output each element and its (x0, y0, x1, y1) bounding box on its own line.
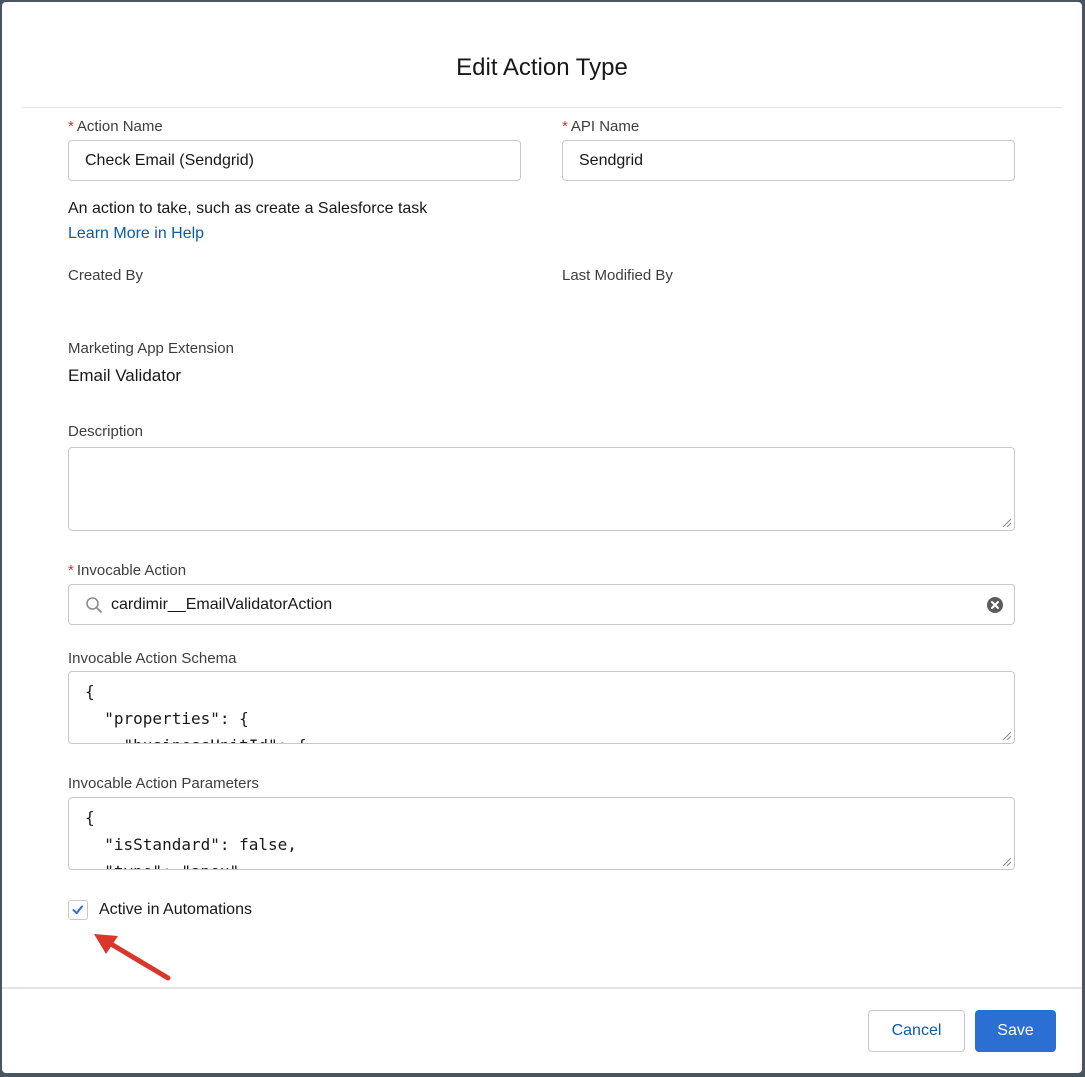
api-name-label-text: API Name (570, 118, 640, 135)
cancel-button[interactable]: Cancel (868, 1010, 965, 1052)
description-value (69, 448, 1014, 454)
help-text: An action to take, such as create a Sale… (68, 200, 428, 217)
description-label: Description (68, 423, 144, 440)
clear-icon[interactable] (986, 596, 1004, 614)
invocable-action-value: cardimir__EmailValidatorAction (111, 596, 333, 613)
active-checkbox-label[interactable]: Active in Automations (99, 901, 252, 919)
modal-title: Edit Action Type (456, 54, 628, 81)
search-icon (86, 597, 102, 613)
parameters-label: Invocable Action Parameters (68, 775, 259, 792)
last-modified-by-label: Last Modified By (562, 267, 673, 284)
annotation-arrow (94, 934, 171, 981)
resize-handle-icon[interactable] (1001, 856, 1011, 866)
action-name-label-text: Action Name (76, 118, 163, 135)
created-by-label: Created By (68, 267, 144, 284)
header-divider (22, 107, 1062, 108)
schema-label: Invocable Action Schema (68, 650, 237, 667)
checkmark-icon (72, 905, 84, 915)
api-name-input[interactable]: Sendgrid (562, 140, 1015, 181)
marketing-app-extension-value: Email Validator (68, 366, 182, 385)
action-name-label: * Action Name (68, 118, 163, 135)
marketing-app-extension-label: Marketing App Extension (68, 340, 234, 357)
required-marker: * (68, 118, 74, 135)
required-marker: * (562, 118, 568, 135)
invocable-action-combobox[interactable]: cardimir__EmailValidatorAction (68, 584, 1015, 625)
parameters-value: { "isStandard": false, "type": "apex", (85, 808, 297, 869)
resize-handle-icon[interactable] (1001, 517, 1011, 527)
edit-action-type-modal: Edit Action Type * Action Name Check Emai… (2, 2, 1082, 1073)
schema-textarea[interactable]: { "properties": { "businessUnitId": { (68, 671, 1015, 744)
footer-divider (2, 987, 1082, 989)
description-textarea[interactable] (68, 447, 1015, 531)
schema-value: { "properties": { "businessUnitId": { (85, 682, 307, 743)
invocable-action-label-text: Invocable Action (76, 562, 187, 579)
active-checkbox[interactable] (68, 900, 88, 920)
parameters-textarea[interactable]: { "isStandard": false, "type": "apex", (68, 797, 1015, 870)
invocable-action-label: * Invocable Action (68, 562, 186, 579)
save-button[interactable]: Save (975, 1010, 1056, 1052)
action-name-input[interactable]: Check Email (Sendgrid) (68, 140, 521, 181)
api-name-label: * API Name (562, 118, 639, 135)
learn-more-link[interactable]: Learn More in Help (68, 225, 204, 243)
required-marker: * (68, 562, 74, 579)
resize-handle-icon[interactable] (1001, 730, 1011, 740)
